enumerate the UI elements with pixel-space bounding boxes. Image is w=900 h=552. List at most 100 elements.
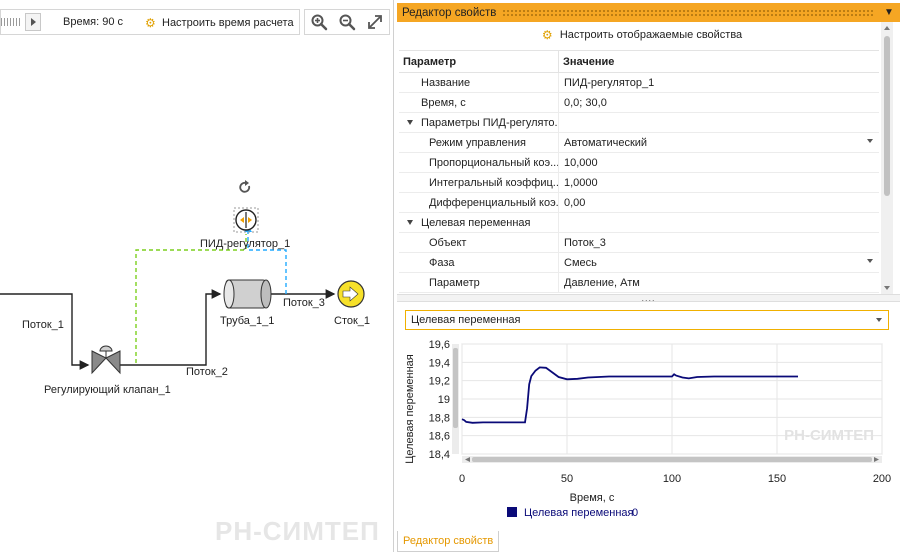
property-value[interactable]: 10,000	[559, 153, 879, 172]
x-axis-label: Время, с	[570, 492, 615, 504]
stream-flow2[interactable]	[120, 289, 222, 366]
property-name-text: Дифференциальный коэ...	[429, 196, 559, 209]
control-valve-icon[interactable]	[91, 345, 121, 375]
play-icon	[30, 18, 36, 26]
label-flow2: Поток_2	[186, 366, 228, 378]
sink-icon[interactable]	[337, 280, 365, 308]
variable-select-value: Целевая переменная	[411, 314, 521, 326]
configure-props-button[interactable]: ⚙ Настроить отображаемые свойства	[397, 24, 887, 46]
scroll-down-icon[interactable]	[884, 286, 890, 290]
property-row[interactable]: Фаза Смесь	[399, 253, 879, 273]
property-grid-scrollbar[interactable]	[881, 22, 893, 294]
property-row[interactable]: Объект Поток_3	[399, 233, 879, 253]
chevron-down-icon	[876, 318, 882, 322]
variable-select[interactable]: Целевая переменная	[405, 310, 889, 330]
property-row[interactable]: Пропорциональный коэ... 10,000	[399, 153, 879, 173]
property-name: Целевая переменная	[399, 213, 559, 232]
pid-controller-icon[interactable]	[233, 207, 259, 233]
property-name: Объект	[399, 233, 559, 252]
scroll-up-icon[interactable]	[884, 26, 890, 30]
property-value[interactable]: Смесь	[559, 253, 879, 272]
property-name-text: Фаза	[429, 256, 455, 269]
property-row[interactable]: Дифференциальный коэ... 0,00	[399, 193, 879, 213]
configure-time-label: Настроить время расчета	[162, 17, 294, 29]
x-tick-label: 150	[768, 473, 786, 485]
property-value[interactable]: ПИД-регулятор_1	[559, 73, 879, 92]
property-value[interactable]: 0,0; 30,0	[559, 93, 879, 112]
property-rows: Название ПИД-регулятор_1 Время, с 0,0; 30,0…	[399, 73, 879, 293]
trend-chart[interactable]: РН-СИМТЕП 18,4 18,6 18,8 19 19,2 19,4 19,6 0 50 10…	[397, 334, 900, 530]
label-flow1: Поток_1	[22, 319, 64, 331]
property-grid: Параметр Значение Название ПИД-регулятор_…	[399, 50, 879, 294]
zoom-controls	[304, 9, 390, 35]
property-value-text: 0,0; 30,0	[564, 96, 607, 109]
y-tick-label: 19	[438, 394, 450, 406]
zoom-in-icon[interactable]	[310, 13, 328, 31]
refresh-icon[interactable]	[239, 180, 251, 193]
scroll-thumb[interactable]	[884, 36, 890, 196]
property-value[interactable]: Давление, Атм	[559, 273, 879, 292]
property-value[interactable]: Автоматический	[559, 133, 879, 152]
y-tick-label: 18,6	[429, 431, 450, 443]
property-name-text: Целевая переменная	[421, 216, 531, 229]
grid-header: Параметр Значение	[399, 51, 879, 73]
column-header-param[interactable]: Параметр	[399, 51, 559, 72]
time-readout: Время: 90 с	[63, 16, 123, 28]
property-value[interactable]: 0,00	[559, 193, 879, 212]
column-header-value[interactable]: Значение	[559, 51, 879, 72]
flowsheet-canvas[interactable]: Время: 90 с ⚙ Настроить время расчета По…	[0, 0, 394, 552]
property-value-text: 0,00	[564, 196, 586, 209]
label-pid: ПИД-регулятор_1	[200, 238, 291, 250]
chevron-down-icon[interactable]	[867, 259, 873, 263]
panel-title: Редактор свойств	[402, 6, 497, 19]
property-row[interactable]: Режим управления Автоматический	[399, 133, 879, 153]
y-tick-label: 19,4	[429, 357, 450, 369]
x-tick-label: 0	[459, 473, 465, 485]
property-name: Параметр	[399, 273, 559, 292]
time-slider[interactable]	[1, 18, 21, 26]
property-value-text: Поток_3	[564, 236, 606, 249]
pipe-icon[interactable]	[223, 279, 272, 309]
play-button[interactable]	[25, 13, 41, 31]
expand-icon[interactable]	[407, 120, 413, 125]
panel-title-bar[interactable]: Редактор свойств ▼	[397, 3, 900, 22]
fit-to-screen-icon[interactable]	[366, 13, 384, 31]
property-value-text: 1,0000	[564, 176, 598, 189]
time-control: Время: 90 с ⚙ Настроить время расчета	[0, 9, 300, 35]
property-row[interactable]: Параметр Давление, Атм	[399, 273, 879, 293]
x-tick-label: 50	[561, 473, 573, 485]
property-value[interactable]: Поток_3	[559, 233, 879, 252]
chart-watermark: РН-СИМТЕП	[784, 427, 874, 444]
property-value-text: Давление, Атм	[564, 276, 640, 289]
property-group-row[interactable]: Целевая переменная	[399, 213, 879, 233]
configure-time-button[interactable]: ⚙ Настроить время расчета	[145, 14, 294, 32]
y-tick-label: 19,2	[429, 376, 450, 388]
property-row[interactable]: Интегральный коэффиц... 1,0000	[399, 173, 879, 193]
pin-icon[interactable]: ▼	[882, 7, 896, 18]
x-tick-label: 100	[663, 473, 681, 485]
y-tick-label: 18,8	[429, 412, 450, 424]
tab-property-editor[interactable]: Редактор свойств	[397, 531, 500, 552]
panel-splitter[interactable]: ....	[397, 294, 900, 303]
expand-icon[interactable]	[407, 220, 413, 225]
x-scroll-thumb[interactable]	[472, 457, 872, 462]
property-value-text: Автоматический	[564, 136, 648, 149]
chevron-down-icon[interactable]	[867, 139, 873, 143]
property-name: Дифференциальный коэ...	[399, 193, 559, 212]
label-pipe: Труба_1_1	[220, 315, 275, 327]
x-tick-label: 200	[873, 473, 891, 485]
drag-grip[interactable]	[502, 8, 874, 17]
property-row[interactable]: Название ПИД-регулятор_1	[399, 73, 879, 93]
property-name-text: Пропорциональный коэ...	[429, 156, 559, 169]
property-name: Время, с	[399, 93, 559, 112]
y-scroll-thumb[interactable]	[453, 348, 458, 428]
property-name-text: Режим управления	[429, 136, 526, 149]
property-row[interactable]: Время, с 0,0; 30,0	[399, 93, 879, 113]
zoom-out-icon[interactable]	[338, 13, 356, 31]
property-value	[559, 113, 879, 132]
property-value-text: ПИД-регулятор_1	[564, 76, 655, 89]
process-diagram[interactable]: Поток_1 Поток_2 Поток_3 Труба_1_1 Сток_1…	[0, 40, 394, 552]
property-group-row[interactable]: Параметры ПИД-регулято...	[399, 113, 879, 133]
y-tick-label: 18,4	[429, 449, 450, 461]
property-value[interactable]: 1,0000	[559, 173, 879, 192]
